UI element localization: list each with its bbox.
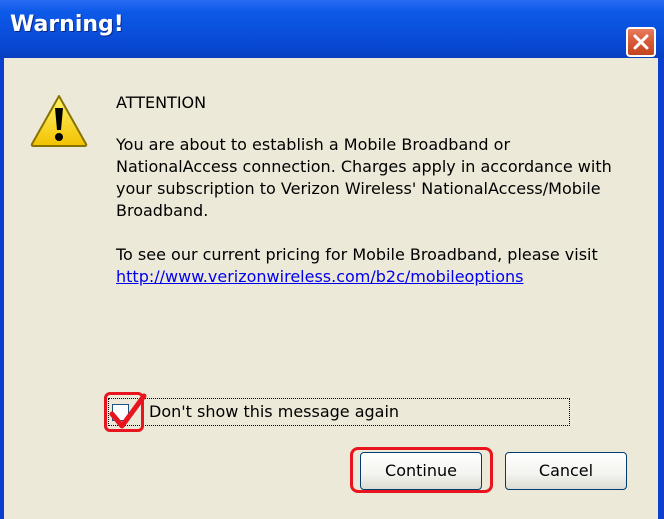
dont-show-checkbox-row[interactable]: Don't show this message again	[108, 398, 570, 426]
continue-highlight	[350, 447, 493, 493]
attention-heading: ATTENTION	[116, 93, 207, 112]
message-body: You are about to establish a Mobile Broa…	[116, 135, 612, 220]
pricing-paragraph: To see our current pricing for Mobile Br…	[116, 244, 636, 288]
cancel-button[interactable]: Cancel	[505, 452, 627, 490]
window-border	[658, 58, 664, 519]
dont-show-label[interactable]: Don't show this message again	[149, 402, 399, 421]
warning-dialog: Warning! ATTENTION You are about to esta…	[0, 0, 664, 519]
pricing-text: To see our current pricing for Mobile Br…	[116, 245, 598, 264]
dialog-title: Warning!	[10, 12, 124, 37]
close-button[interactable]	[626, 27, 656, 57]
warning-icon	[30, 95, 88, 147]
title-bar[interactable]: Warning!	[0, 0, 664, 58]
message-area: ATTENTION You are about to establish a M…	[116, 92, 636, 288]
checkmark-icon	[109, 393, 147, 429]
pricing-link[interactable]: http://www.verizonwireless.com/b2c/mobil…	[116, 267, 523, 286]
close-icon	[633, 34, 649, 50]
